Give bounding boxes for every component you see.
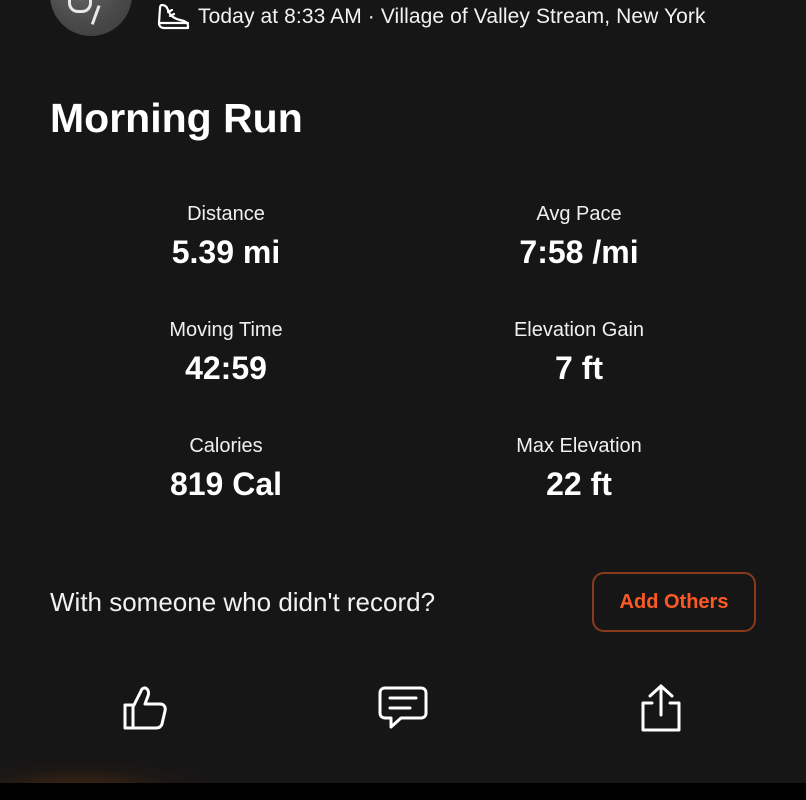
stat-label: Calories — [189, 435, 263, 457]
share-icon — [638, 683, 684, 738]
stat-label: Elevation Gain — [513, 319, 645, 341]
add-others-button[interactable]: Add Others — [592, 572, 756, 632]
stat-max-elevation: Max Elevation 22 ft — [402, 432, 756, 548]
activity-detail-screen: Today at 8:33 AM · Village of Valley Str… — [0, 0, 806, 800]
avatar[interactable] — [50, 0, 132, 36]
stat-moving-time: Moving Time 42:59 — [50, 316, 402, 432]
add-others-prompt: With someone who didn't record? — [50, 586, 436, 617]
comment-icon — [377, 684, 429, 737]
stat-label: Max Elevation — [516, 435, 642, 457]
avatar-mark — [68, 0, 92, 13]
stat-label: Moving Time — [169, 319, 283, 341]
stat-label: Avg Pace — [536, 203, 622, 225]
bottom-bar — [0, 783, 806, 800]
stat-value: 5.39 mi — [171, 234, 281, 270]
stat-value: 819 Cal — [169, 466, 283, 502]
stat-avg-pace: Avg Pace 7:58 /mi — [402, 200, 756, 316]
avatar-mark-2 — [90, 5, 107, 27]
thumbs-up-icon — [120, 683, 170, 738]
stat-distance: Distance 5.39 mi — [50, 200, 402, 316]
stat-elevation-gain: Elevation Gain 7 ft — [402, 316, 756, 432]
add-others-row: With someone who didn't record? Add Othe… — [50, 570, 756, 634]
activity-date-location: Today at 8:33 AM · Village of Valley Str… — [198, 5, 706, 28]
stats-grid: Distance 5.39 mi Avg Pace 7:58 /mi Movin… — [50, 200, 756, 548]
stat-value: 7:58 /mi — [519, 234, 639, 270]
action-bar — [0, 682, 806, 738]
activity-meta: Today at 8:33 AM · Village of Valley Str… — [156, 0, 706, 34]
comment-button[interactable] — [375, 682, 431, 738]
kudos-button[interactable] — [117, 682, 173, 738]
stat-calories: Calories 819 Cal — [50, 432, 402, 548]
stat-value: 42:59 — [185, 350, 267, 386]
stat-value: 22 ft — [546, 466, 612, 502]
activity-title[interactable]: Morning Run — [50, 94, 303, 142]
share-button[interactable] — [633, 682, 689, 738]
running-shoe-icon — [156, 2, 190, 32]
stat-label: Distance — [187, 203, 265, 225]
stat-value: 7 ft — [555, 350, 603, 386]
